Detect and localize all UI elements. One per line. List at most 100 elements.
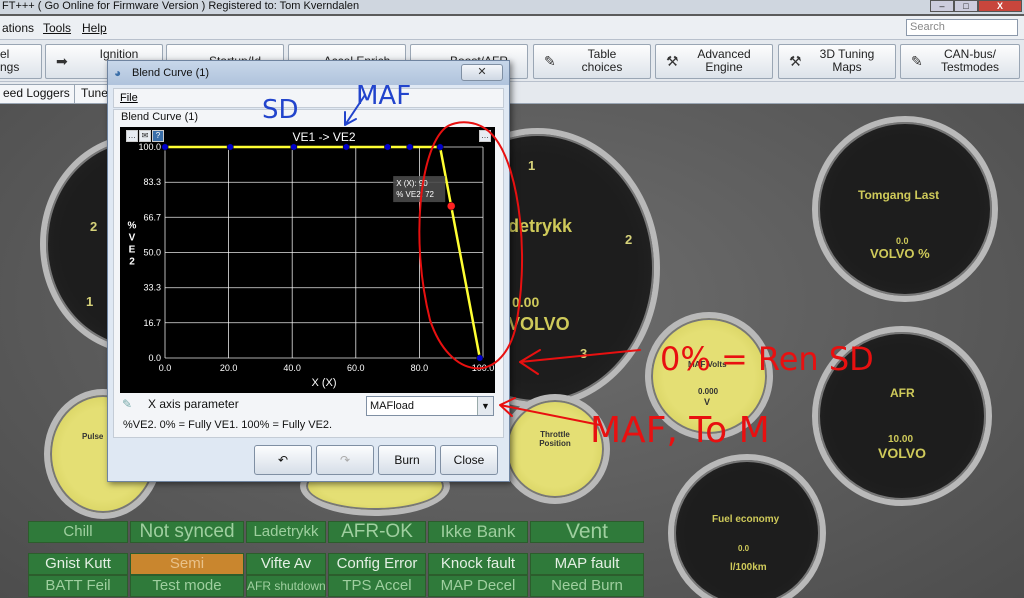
dialog-menu-bar: File <box>113 88 504 108</box>
ladetrykk-value: 0.00 <box>512 294 540 310</box>
chart-menu-button[interactable]: … <box>126 130 138 142</box>
menu-item-help[interactable]: Help <box>82 21 107 35</box>
toolbar-button-engine-settings[interactable]: el ngs <box>0 44 42 79</box>
indicator: Gnist Kutt <box>28 553 128 575</box>
data-point <box>161 143 169 151</box>
chart-settings-icon[interactable]: ✉ <box>139 130 151 142</box>
indicator: Need Burn <box>530 575 644 597</box>
data-point <box>476 354 484 362</box>
hammer-icon: ⚒ <box>789 53 802 69</box>
afr-label: AFR <box>890 386 915 400</box>
afr-gauge <box>812 326 992 506</box>
left-gauge-tick: 1 <box>86 294 94 309</box>
toolbar-button-3d-tuning-maps[interactable]: ⚒ 3D Tuning Maps <box>778 44 896 79</box>
data-point <box>342 143 350 151</box>
indicator: Vent <box>530 521 644 543</box>
blend-curve-dialog: Blend Curve (1) ◕ ✕ File Blend Curve (1)… <box>107 60 510 482</box>
indicator: Chill <box>28 521 128 543</box>
redo-button[interactable]: ↷ <box>316 445 374 475</box>
ladetrykk-tick: 1 <box>528 158 536 173</box>
chart-area[interactable]: 0.0 20.0 40.0 60.0 80.0 100.0 0.0 16.7 33.3 50.0 6… <box>120 127 495 393</box>
indicator: Not synced <box>130 521 244 543</box>
maf-volts-value: 0.000 <box>698 387 719 396</box>
selected-point <box>446 201 456 211</box>
y-tick-label: 66.7 <box>143 212 161 222</box>
fuel-economy-unit: l/100km <box>730 562 767 573</box>
pulse-label: Pulse <box>82 432 104 441</box>
x-tick-label: 0.0 <box>159 363 172 373</box>
throttle-gauge <box>500 394 610 504</box>
arrow-icon: ➡ <box>56 53 68 69</box>
indicator-panel: Chill Not synced Ladetrykk AFR-OK Ikke B… <box>28 521 644 598</box>
x-tick-label: 20.0 <box>220 363 238 373</box>
close-button[interactable]: Close <box>440 445 498 475</box>
indicator: BATT Feil <box>28 575 128 597</box>
wrench-icon: ✎ <box>911 53 923 69</box>
left-gauge-tick: 2 <box>90 219 98 234</box>
tooltip-x: X (X): 90 <box>396 179 428 188</box>
chart-expand-button[interactable]: … <box>479 130 491 142</box>
data-point <box>436 143 444 151</box>
search-input[interactable]: Search <box>906 19 1018 36</box>
pencil-icon: ✎ <box>122 397 133 411</box>
afr-value: 10.00 <box>888 434 914 445</box>
indicator: Ikke Bank <box>428 521 528 543</box>
x-tick-label: 40.0 <box>283 363 301 373</box>
tomgang-label: Tomgang Last <box>858 188 940 202</box>
window-title: FT+++ ( Go Online for Firmware Version )… <box>0 0 1024 14</box>
toolbar-button-advanced-engine[interactable]: ⚒ Advanced Engine <box>655 44 773 79</box>
x-axis-label: X (X) <box>311 377 336 389</box>
y-tick-label: 0.0 <box>148 353 161 363</box>
close-window-button[interactable]: X <box>978 0 1022 12</box>
data-point <box>226 143 234 151</box>
ladetrykk-tick: 3 <box>580 346 588 361</box>
y-tick-label: 100.0 <box>138 142 161 152</box>
dialog-close-button[interactable]: ✕ <box>461 64 503 81</box>
indicator: AFR shutdown <box>246 575 326 597</box>
indicator: Vifte Av <box>246 553 326 575</box>
menu-item-tools[interactable]: Tools <box>43 21 71 35</box>
toolbar-button-table-choices[interactable]: ✎ Table choices <box>533 44 651 79</box>
dialog-title: Blend Curve (1) <box>108 61 509 85</box>
tab-speed-loggers[interactable]: eed Loggers <box>0 84 77 103</box>
indicator: TPS Accel <box>328 575 426 597</box>
chart-title: VE1 -> VE2 <box>292 130 355 144</box>
indicator-active: Semi <box>130 553 244 575</box>
wrench-icon: ✎ <box>544 53 556 69</box>
toolbar-button-can-bus[interactable]: ✎ CAN-bus/ Testmodes <box>900 44 1020 79</box>
burn-button[interactable]: Burn <box>378 445 436 475</box>
ladetrykk-unit: VOLVO <box>508 314 570 334</box>
menu-bar: ations Tools Help Search <box>0 16 1024 40</box>
minimize-button[interactable]: – <box>930 0 954 12</box>
maximize-button[interactable]: □ <box>954 0 978 12</box>
tooltip-y: % VE2: 72 <box>396 190 434 199</box>
menu-item-file[interactable]: File <box>120 92 138 104</box>
throttle-label: Throttle Position <box>539 430 571 448</box>
maf-volts-unit: V <box>704 397 711 407</box>
tomgang-unit: VOLVO % <box>870 246 930 261</box>
afr-unit: VOLVO <box>878 445 926 461</box>
y-axis-label: % V E 2 <box>128 221 137 268</box>
y-tick-label: 16.7 <box>143 318 161 328</box>
app-icon: ◕ <box>114 66 122 80</box>
blend-curve-chart[interactable]: 0.0 20.0 40.0 60.0 80.0 100.0 0.0 16.7 33.3 50.0 6… <box>120 127 495 393</box>
fuel-economy-value: 0.0 <box>738 544 750 553</box>
group-label: Blend Curve (1) <box>119 111 201 123</box>
maf-volts-gauge <box>645 312 773 440</box>
chevron-down-icon[interactable]: ▼ <box>477 397 493 415</box>
maf-volts-label: MAF Volts <box>688 360 727 369</box>
undo-button[interactable]: ↶ <box>254 445 312 475</box>
indicator: MAP Decel <box>428 575 528 597</box>
y-tick-label: 83.3 <box>143 177 161 187</box>
x-axis-param-select[interactable]: MAFload ▼ <box>366 396 494 416</box>
fuel-economy-label: Fuel economy <box>712 514 780 525</box>
menu-item-operations[interactable]: ations <box>2 21 34 35</box>
ladetrykk-tick: 2 <box>625 232 633 247</box>
indicator: MAP fault <box>530 553 644 575</box>
tools-icon: ⚒ <box>666 53 679 69</box>
x-tick-label: 60.0 <box>347 363 365 373</box>
ladetrykk-label: detrykk <box>508 216 573 236</box>
indicator: Knock fault <box>428 553 528 575</box>
y-tick-label: 50.0 <box>143 248 161 258</box>
chart-help-icon[interactable]: ? <box>152 130 164 142</box>
